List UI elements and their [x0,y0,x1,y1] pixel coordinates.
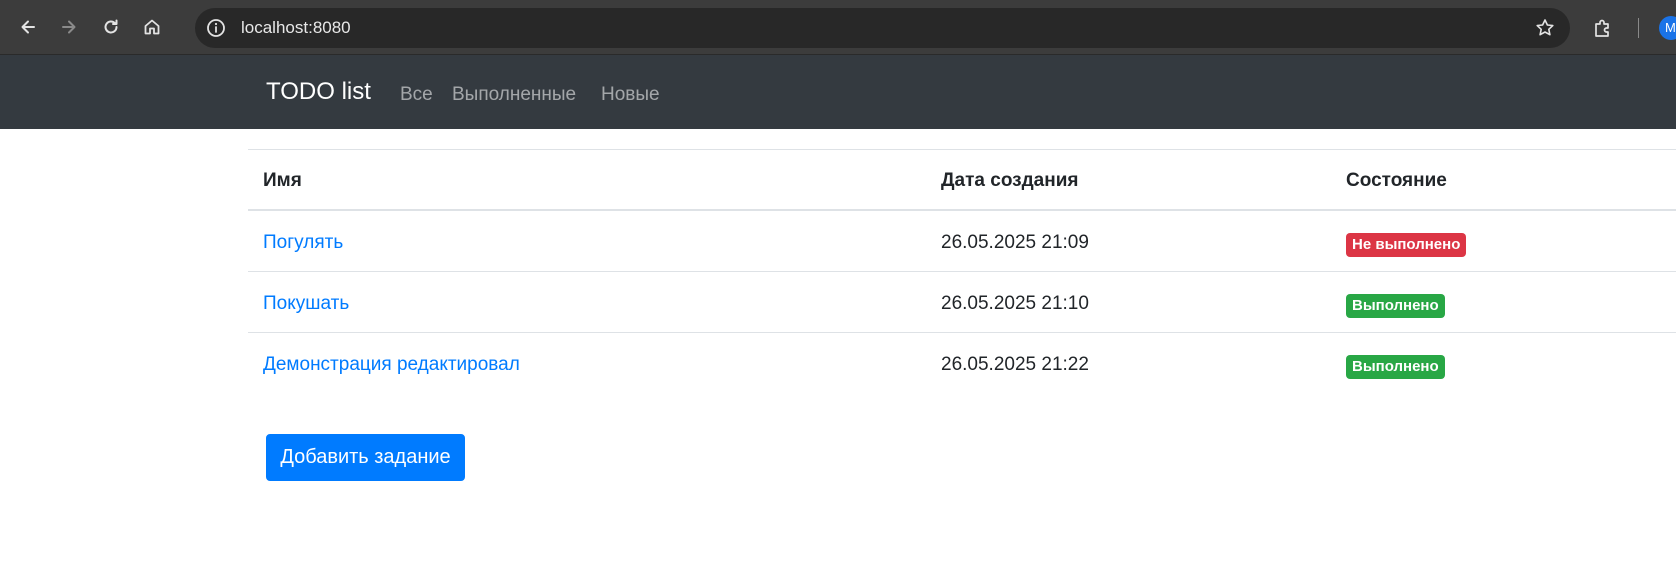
table-header-row: Имя Дата создания Состояние [248,150,1676,211]
nav-link-new[interactable]: Новые [601,84,660,106]
address-bar[interactable]: localhost:8080 [195,8,1570,48]
status-badge: Выполнено [1346,355,1445,379]
task-link[interactable]: Демонстрация редактировал [263,354,520,376]
home-icon[interactable] [135,10,169,44]
header-created: Дата создания [941,170,1079,191]
profile-avatar[interactable]: M [1659,16,1676,40]
puzzle-icon[interactable] [1592,17,1614,39]
table-row: Демонстрация редактировал 26.05.2025 21:… [248,333,1676,394]
url-text[interactable]: localhost:8080 [241,18,351,38]
info-icon[interactable] [205,17,227,39]
task-created-date: 26.05.2025 21:09 [941,232,1089,253]
table-row: Покушать 26.05.2025 21:10 Выполнено [248,272,1676,333]
header-status: Состояние [1346,170,1447,191]
table-row: Погулять 26.05.2025 21:09 Не выполнено [248,211,1676,272]
add-task-button[interactable]: Добавить задание [266,434,465,481]
toolbar-divider [1638,18,1639,38]
task-created-date: 26.05.2025 21:10 [941,293,1089,314]
star-icon[interactable] [1534,17,1556,39]
task-created-date: 26.05.2025 21:22 [941,354,1089,375]
navbar-brand[interactable]: TODO list [266,78,371,106]
status-badge: Не выполнено [1346,233,1467,257]
forward-arrow-icon[interactable] [52,10,86,44]
header-name: Имя [263,170,302,191]
nav-link-completed[interactable]: Выполненные [452,84,576,106]
task-link[interactable]: Погулять [263,232,343,254]
app-navbar: TODO list Все Выполненные Новые [0,55,1676,129]
browser-toolbar: localhost:8080 M [0,0,1676,55]
nav-link-all[interactable]: Все [400,84,433,106]
back-arrow-icon[interactable] [11,10,45,44]
reload-icon[interactable] [94,10,128,44]
task-link[interactable]: Покушать [263,293,349,315]
status-badge: Выполнено [1346,294,1445,318]
tasks-table: Имя Дата создания Состояние Погулять 26.… [248,149,1676,394]
